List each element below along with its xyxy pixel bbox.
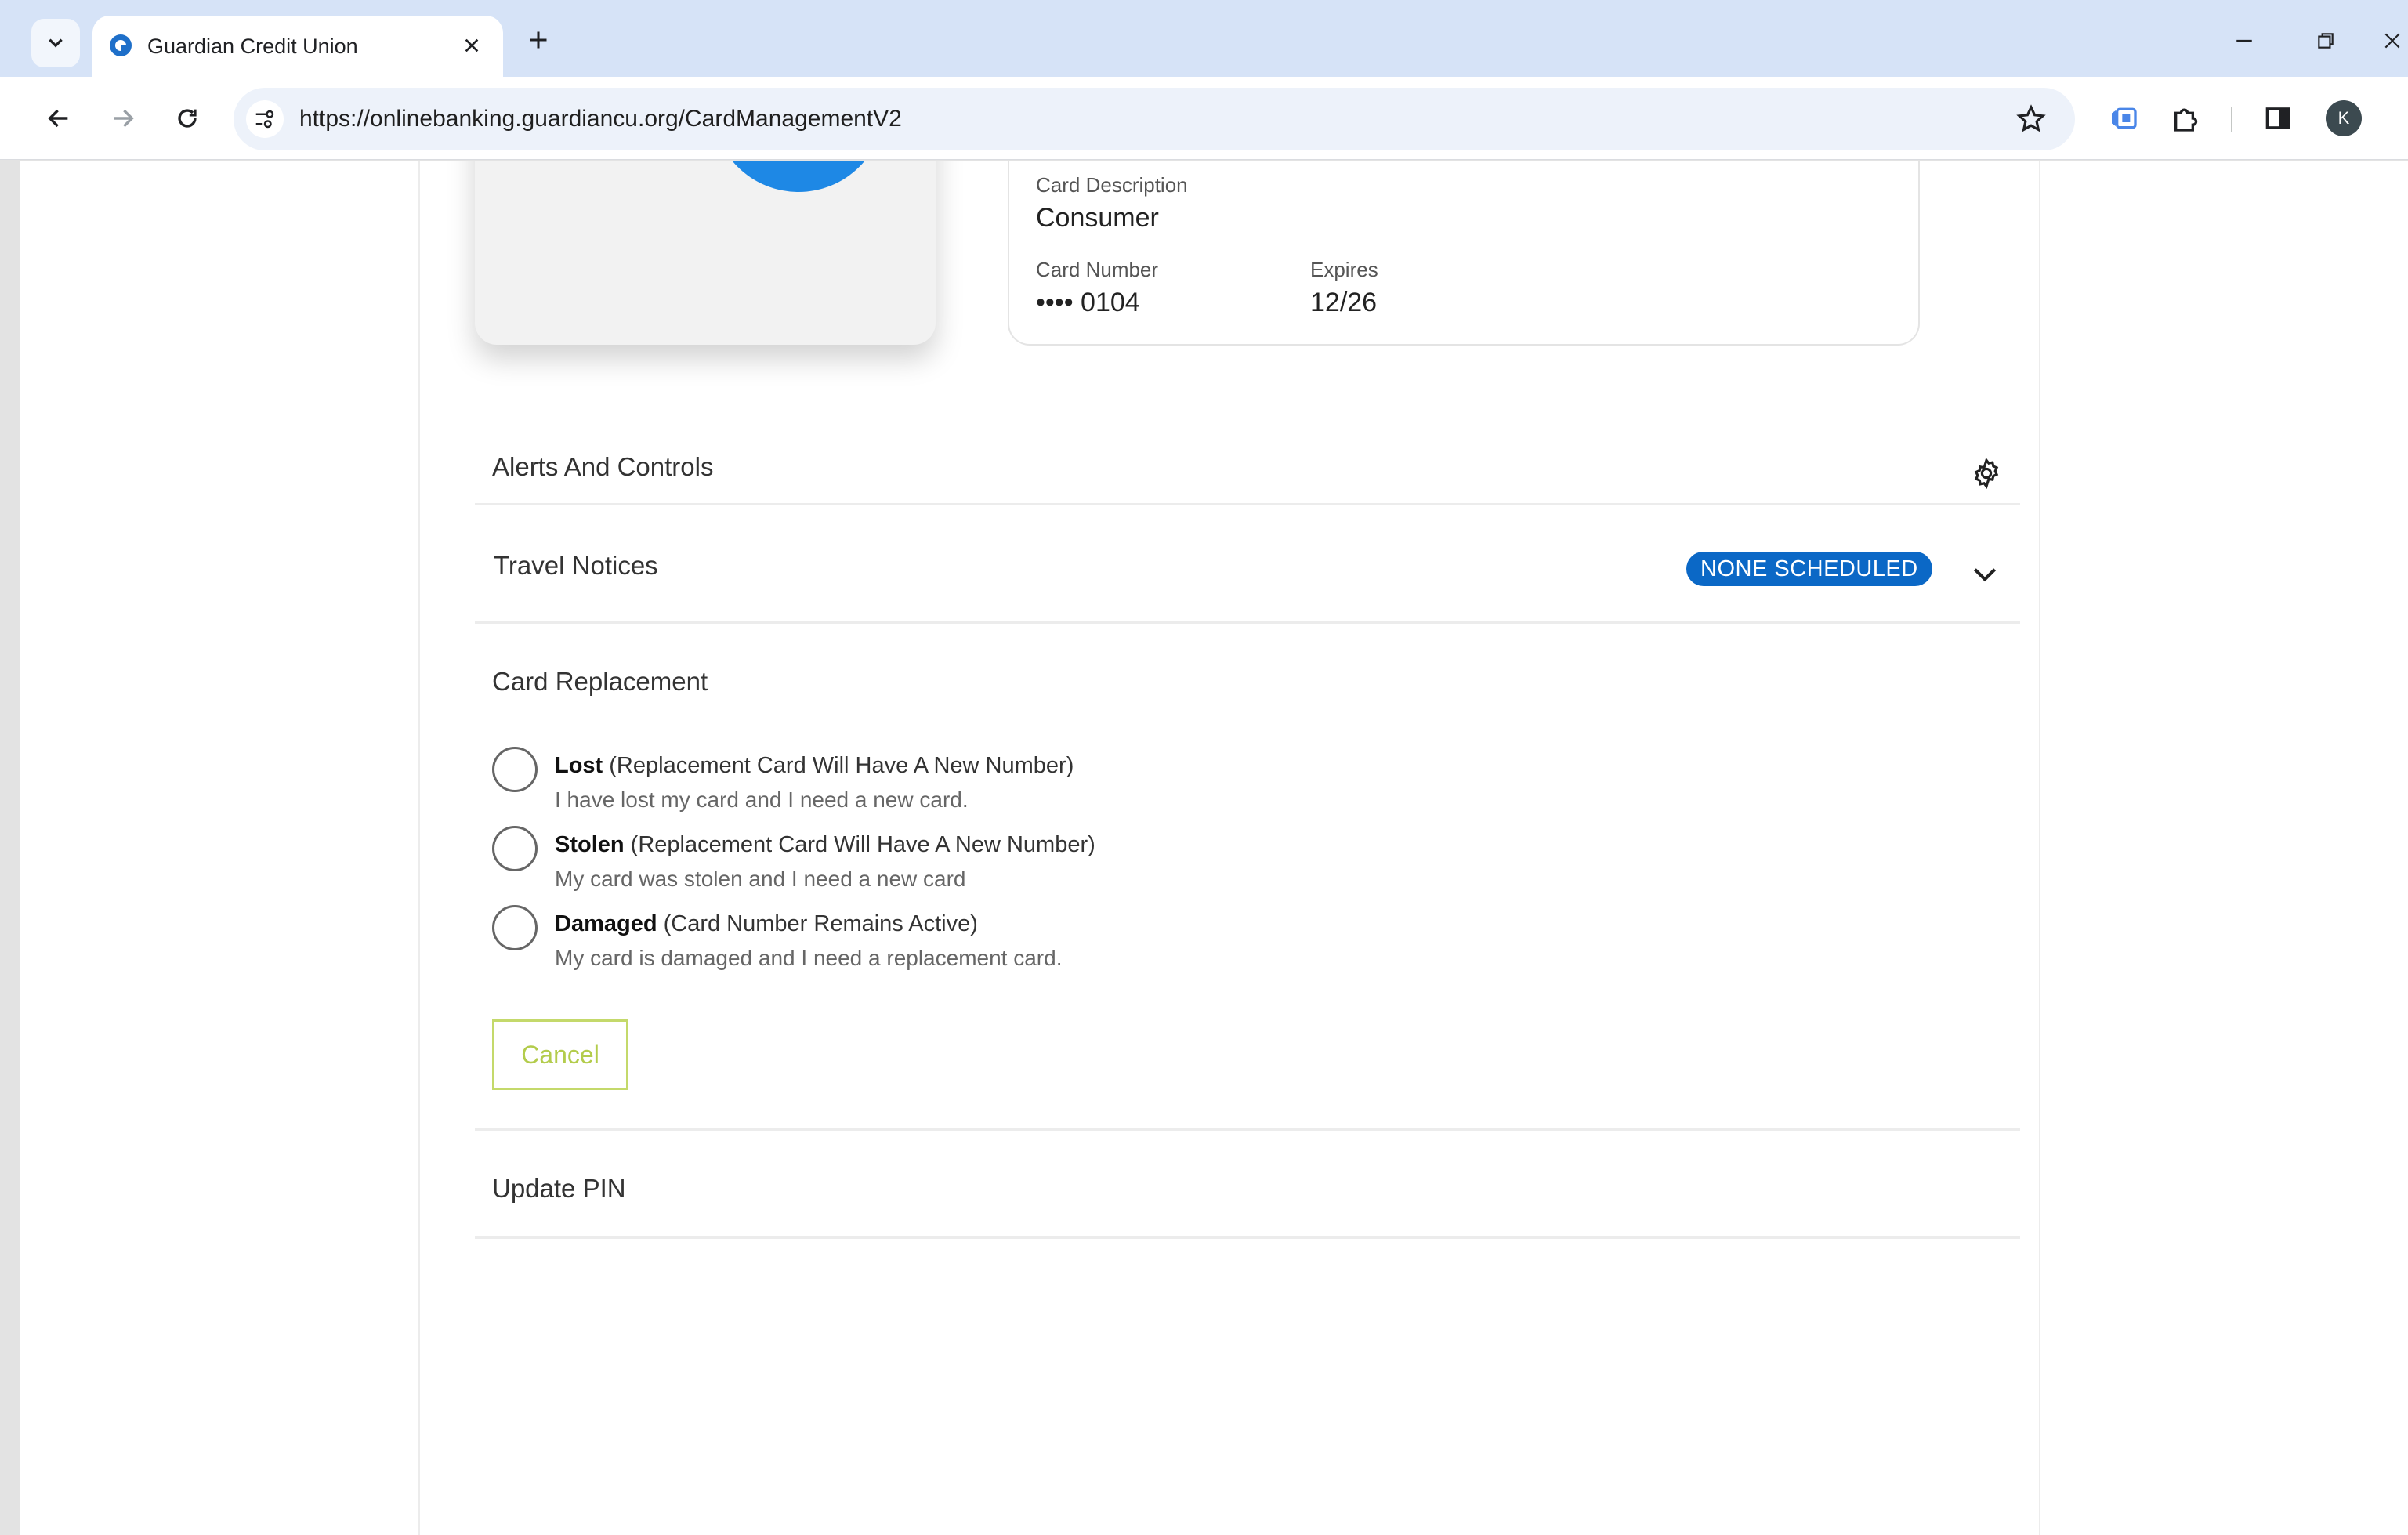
tab-search-button[interactable] <box>31 19 80 67</box>
toolbar-separator <box>2231 107 2232 132</box>
option-note: (Card Number Remains Active) <box>657 911 978 936</box>
chevron-down-icon <box>1973 568 1997 582</box>
option-label: Stolen (Replacement Card Will Have A New… <box>555 832 1095 858</box>
tab-title: Guardian Credit Union <box>147 34 358 58</box>
tab-close-button[interactable] <box>459 33 484 58</box>
extension-badge-icon <box>2112 107 2137 129</box>
expand-travel-notices-button[interactable] <box>1968 558 2001 591</box>
card-replacement-title: Card Replacement <box>492 667 708 696</box>
card-description-label: Card Description <box>1036 173 1188 197</box>
address-bar[interactable]: https://onlinebanking.guardiancu.org/Car… <box>234 88 2075 150</box>
stolen-radio[interactable] <box>492 826 538 871</box>
close-window-button[interactable] <box>2382 24 2408 58</box>
close-icon <box>2384 33 2400 49</box>
cancel-button[interactable]: Cancel <box>492 1019 628 1090</box>
browser-tab-active[interactable]: Guardian Credit Union <box>92 16 503 77</box>
reload-button[interactable] <box>168 99 207 138</box>
browser-toolbar: https://onlinebanking.guardiancu.org/Car… <box>0 77 2408 160</box>
extensions-menu-button[interactable] <box>2167 99 2206 138</box>
side-panel-icon <box>2265 107 2290 129</box>
puzzle-icon <box>2174 108 2198 132</box>
option-label: Damaged (Card Number Remains Active) <box>555 911 978 937</box>
site-info-button[interactable] <box>246 100 284 138</box>
option-bold-label: Damaged <box>555 911 657 936</box>
option-label: Lost (Replacement Card Will Have A New N… <box>555 753 1074 779</box>
guardian-favicon-icon <box>110 34 132 56</box>
star-icon <box>2016 104 2046 132</box>
minimize-button[interactable] <box>2227 24 2261 58</box>
card-number-value: •••• 0104 <box>1036 288 1140 317</box>
replacement-option-damaged[interactable]: Damaged (Card Number Remains Active) My … <box>492 905 1197 980</box>
card-expires-value: 12/26 <box>1310 288 1378 317</box>
close-icon <box>465 38 479 52</box>
update-pin-section[interactable]: Update PIN <box>475 1133 2020 1239</box>
option-description: My card was stolen and I need a new card <box>555 867 966 891</box>
option-description: I have lost my card and I need a new car… <box>555 787 969 812</box>
tune-icon <box>255 110 274 129</box>
page-viewport: Card Description Consumer Card Number ••… <box>20 161 2408 1535</box>
option-bold-label: Lost <box>555 753 603 778</box>
alerts-controls-section[interactable]: Alerts And Controls <box>475 388 2020 505</box>
forward-button[interactable] <box>103 99 143 138</box>
reload-icon <box>178 109 197 128</box>
extension-button[interactable] <box>2104 99 2143 138</box>
restore-icon <box>2318 33 2334 49</box>
card-expires-label: Expires <box>1310 258 1378 281</box>
restore-button[interactable] <box>2308 24 2343 58</box>
option-description: My card is damaged and I need a replacem… <box>555 946 1063 970</box>
damaged-radio[interactable] <box>492 905 538 950</box>
minimize-icon <box>2236 39 2252 42</box>
browser-tab-bar: Guardian Credit Union <box>0 0 2408 77</box>
side-panel-button[interactable] <box>2258 99 2298 138</box>
arrow-right-icon <box>114 109 134 128</box>
option-bold-label: Stolen <box>555 832 625 857</box>
card-details-panel: Card Description Consumer Card Number ••… <box>1008 161 1920 346</box>
card-image <box>475 161 936 345</box>
gear-icon[interactable] <box>1970 457 2003 490</box>
replacement-option-stolen[interactable]: Stolen (Replacement Card Will Have A New… <box>492 826 1197 901</box>
status-badge: NONE SCHEDULED <box>1686 552 1932 586</box>
option-note: (Replacement Card Will Have A New Number… <box>603 753 1074 778</box>
plus-icon <box>530 31 547 49</box>
option-note: (Replacement Card Will Have A New Number… <box>624 832 1095 857</box>
update-pin-title: Update PIN <box>492 1174 626 1203</box>
card-number-label: Card Number <box>1036 258 1159 281</box>
back-button[interactable] <box>39 99 78 138</box>
url-text[interactable]: https://onlinebanking.guardiancu.org/Car… <box>299 105 902 133</box>
arrow-left-icon <box>48 109 68 128</box>
card-replacement-section: Card Replacement Lost (Replacement Card … <box>475 626 2020 1131</box>
lost-radio[interactable] <box>492 747 538 792</box>
card-management-panel: Card Description Consumer Card Number ••… <box>418 161 2040 1535</box>
guardian-seal-icon <box>732 161 865 192</box>
chevron-down-icon <box>49 38 63 48</box>
new-tab-button[interactable] <box>522 24 555 56</box>
travel-notices-section[interactable]: Travel Notices NONE SCHEDULED <box>475 508 2020 624</box>
profile-avatar[interactable]: K <box>2326 100 2362 136</box>
alerts-controls-title: Alerts And Controls <box>492 452 714 481</box>
replacement-option-lost[interactable]: Lost (Replacement Card Will Have A New N… <box>492 747 1197 822</box>
card-description-value: Consumer <box>1036 203 1159 233</box>
travel-notices-title: Travel Notices <box>494 551 658 580</box>
bookmark-button[interactable] <box>2014 102 2048 136</box>
